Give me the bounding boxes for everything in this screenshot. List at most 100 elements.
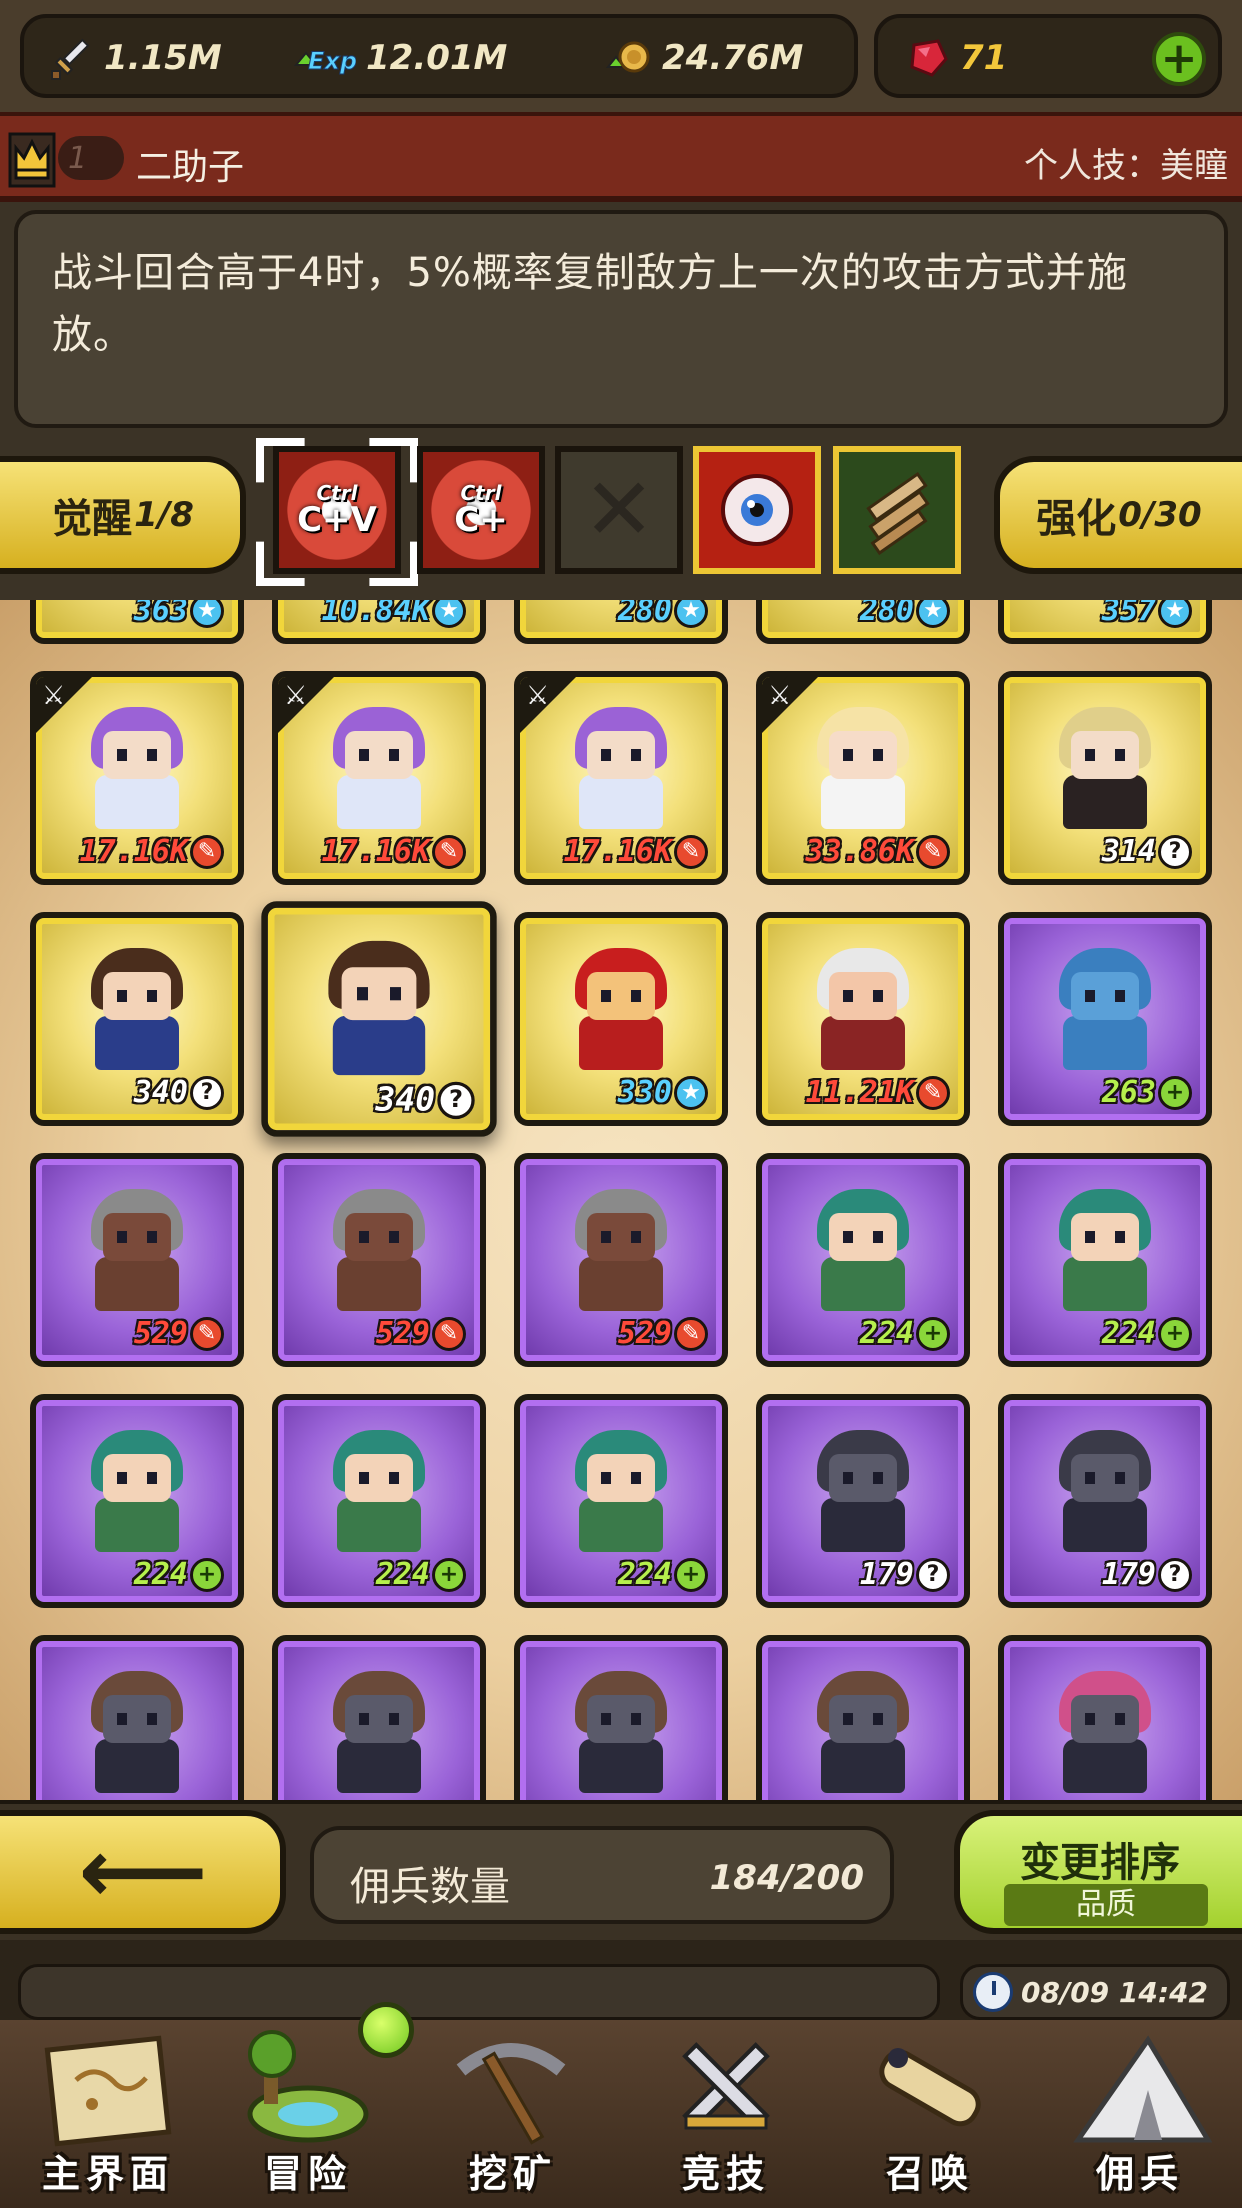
nav-adventure-label: 冒险	[263, 2152, 352, 2196]
hero-class-red-icon: ✎	[674, 834, 708, 869]
hero-card[interactable]: 363 ★	[30, 600, 244, 644]
hero-card[interactable]: 179?	[756, 1394, 970, 1608]
hero-card[interactable]: ⚔ 33.86K ✎	[756, 671, 970, 885]
gem-value: 71	[960, 38, 1008, 78]
hero-sprite	[319, 1424, 439, 1560]
hero-card[interactable]	[30, 1635, 244, 1800]
nav-summon[interactable]: 召唤	[832, 2020, 1028, 2208]
hero-power-value: 314	[1101, 834, 1156, 869]
skill-slot-empty[interactable]: ✕	[555, 446, 683, 574]
hero-grid[interactable]: 363 ★ 10.84K ★ 280 ★ 280 ★ 357 ★ ⚔ 17.16K ✎ ⚔ 17.16K ✎ ⚔…	[0, 600, 1242, 1800]
hero-card[interactable]: 529 ✎	[30, 1153, 244, 1367]
add-gems-button[interactable]: +	[1152, 32, 1206, 86]
hero-sprite	[313, 934, 445, 1084]
skill-slot-eye[interactable]	[693, 446, 821, 574]
hero-power-value: 224	[617, 1557, 672, 1592]
hero-power: 263 +	[1102, 1075, 1192, 1110]
hero-power: 529 ✎	[134, 1316, 224, 1351]
hero-sprite	[77, 1665, 197, 1800]
nav-mercenary-label: 佣兵	[1095, 2152, 1184, 2196]
top-resource-bar: 1.15M Exp 12.01M 24.76M 71 +	[0, 0, 1242, 112]
hero-card[interactable]: 280 ★	[756, 600, 970, 644]
skill-slot-copy-paste[interactable]: Ctrl C+V	[273, 446, 401, 574]
hero-card[interactable]: 529 ✎	[514, 1153, 728, 1367]
hero-card[interactable]: ⚔ 17.16K ✎	[272, 671, 486, 885]
hero-sprite	[77, 1183, 197, 1319]
hero-card[interactable]: 10.84K ★	[272, 600, 486, 644]
hero-rank: 1	[58, 136, 124, 180]
hero-name: 二助子	[136, 147, 245, 188]
skill-slot-copy-plus[interactable]: Ctrl C+	[417, 446, 545, 574]
pickaxe-icon	[456, 2043, 566, 2145]
hero-card[interactable]: ⚔ 17.16K ✎	[30, 671, 244, 885]
back-button[interactable]: ⟵	[0, 1810, 286, 1934]
hero-class-white-icon: ?	[437, 1081, 475, 1119]
gold-coin-icon	[606, 41, 650, 73]
skill-description-text: 战斗回合高于4时，5%概率复制敌方上一次的攻击方式并施放。	[52, 250, 1128, 358]
nav-mining[interactable]: 挖矿	[415, 2020, 611, 2208]
hero-class-red-icon: ✎	[190, 1316, 224, 1351]
skill-slot-scroll[interactable]	[833, 446, 961, 574]
hero-card[interactable]	[756, 1635, 970, 1800]
hero-card[interactable]: 340?	[30, 912, 244, 1126]
hero-sprite	[319, 701, 439, 837]
hero-class-green-icon: +	[916, 1316, 950, 1351]
hero-class-red-icon: ✎	[190, 834, 224, 869]
hero-sprite	[803, 1183, 923, 1319]
hero-sprite	[1045, 942, 1165, 1078]
awaken-button[interactable]: 觉醒 1/8	[0, 456, 246, 574]
hero-card[interactable]: 340?	[261, 901, 497, 1137]
locked-x-icon: ✕	[582, 460, 656, 560]
hero-card[interactable]: 357 ★	[998, 600, 1212, 644]
scroll-icon	[879, 2048, 981, 2127]
gold-resource: 24.76M	[606, 38, 803, 78]
hero-card[interactable]: 280 ★	[514, 600, 728, 644]
hero-power-value: 340	[133, 1075, 188, 1110]
hero-card[interactable]: 11.21K ✎	[756, 912, 970, 1126]
hero-class-blue-icon: ★	[432, 600, 466, 628]
nav-mercenary[interactable]: 佣兵	[1042, 2020, 1238, 2208]
hero-power: 224 +	[134, 1557, 224, 1592]
hero-class-green-icon: +	[1158, 1075, 1192, 1110]
hero-power-value: 529	[133, 1316, 188, 1351]
hero-sprite	[77, 1424, 197, 1560]
attack-resource: 1.15M	[48, 38, 222, 80]
hero-class-red-icon: ✎	[916, 1075, 950, 1110]
hero-sprite	[561, 1183, 681, 1319]
hero-card[interactable]: 224 +	[272, 1394, 486, 1608]
hero-class-green-icon: +	[1158, 1316, 1192, 1351]
hero-power-value: 340	[375, 1080, 436, 1120]
hero-card[interactable]: ⚔ 17.16K ✎	[514, 671, 728, 885]
hero-card[interactable]: 224 +	[756, 1153, 970, 1367]
hero-card[interactable]: 224 +	[30, 1394, 244, 1608]
crown-icon	[8, 132, 56, 188]
ctrl-c-plus-icon: Ctrl C+	[454, 481, 508, 540]
hero-card[interactable]: 529 ✎	[272, 1153, 486, 1367]
mercenary-count-value: 184/200	[709, 1858, 864, 1898]
hero-card[interactable]	[514, 1635, 728, 1800]
awaken-row: 觉醒 1/8 Ctrl C+V Ctrl C+ ✕ 强化 0/30	[0, 438, 1242, 600]
hero-power: 17.16K ✎	[564, 834, 708, 869]
hero-card[interactable]: 179?	[998, 1394, 1212, 1608]
sort-title: 变更排序	[1020, 1840, 1180, 1886]
hero-card[interactable]: 314?	[998, 671, 1212, 885]
hero-card[interactable]: 224 +	[998, 1153, 1212, 1367]
hero-card[interactable]: 263 +	[998, 912, 1212, 1126]
gold-value: 24.76M	[662, 38, 804, 78]
clock-display: 08/09 14:42	[960, 1964, 1230, 2020]
hero-power: 10.84K ★	[322, 600, 466, 628]
hero-class-green-icon: +	[190, 1557, 224, 1592]
hero-power: 363 ★	[134, 600, 224, 628]
enhance-label: 强化	[1036, 496, 1117, 542]
nav-main[interactable]: 主界面	[10, 2020, 206, 2208]
eye-icon	[721, 474, 793, 546]
hero-power-value: 224	[1101, 1316, 1156, 1351]
change-sort-button[interactable]: 变更排序 品质	[954, 1810, 1242, 1934]
nav-arena[interactable]: 竞技	[628, 2020, 824, 2208]
hero-card[interactable]	[998, 1635, 1212, 1800]
hero-card[interactable]	[272, 1635, 486, 1800]
hero-card[interactable]: 330 ★	[514, 912, 728, 1126]
enhance-button[interactable]: 强化 0/30	[994, 456, 1242, 574]
message-bar[interactable]	[18, 1964, 940, 2020]
hero-card[interactable]: 224 +	[514, 1394, 728, 1608]
